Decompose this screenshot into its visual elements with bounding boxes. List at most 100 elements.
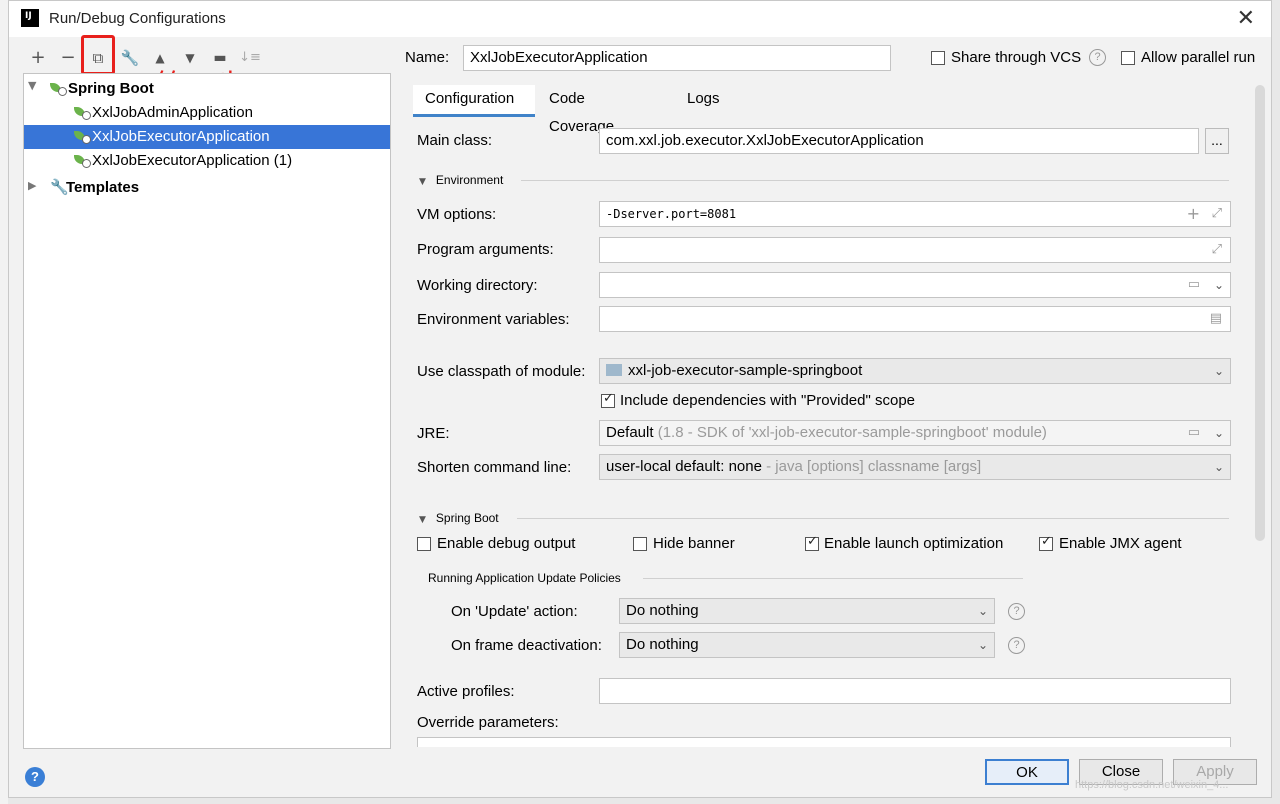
intellij-logo-icon: IJ bbox=[19, 7, 41, 29]
tree-item[interactable]: XxlJobAdminApplication bbox=[74, 101, 253, 125]
parallel-run-checkbox[interactable] bbox=[1121, 51, 1135, 65]
working-dir-label: Working directory: bbox=[417, 277, 538, 294]
jmx-label: Enable JMX agent bbox=[1059, 535, 1182, 552]
tree-item-label: XxlJobAdminApplication bbox=[92, 104, 253, 121]
jre-value: Default bbox=[606, 424, 654, 441]
remove-config-icon[interactable]: − bbox=[57, 45, 79, 71]
ok-button[interactable]: OK bbox=[985, 759, 1069, 785]
hide-banner-label: Hide banner bbox=[653, 535, 735, 552]
on-frame-help-icon[interactable]: ? bbox=[1008, 637, 1025, 654]
section-divider bbox=[517, 518, 1229, 519]
on-update-label: On 'Update' action: bbox=[451, 603, 578, 620]
chevron-down-icon: ⌄ bbox=[1213, 426, 1224, 440]
expand-icon[interactable]: ⤢ bbox=[1212, 202, 1222, 226]
tab-configuration[interactable]: Configuration bbox=[413, 85, 535, 117]
classpath-value: xxl-job-executor-sample-springboot bbox=[628, 362, 863, 379]
jre-detail: (1.8 - SDK of 'xxl-job-executor-sample-s… bbox=[657, 424, 1047, 441]
vm-options-input[interactable]: -Dserver.port=8081 + ⤢ bbox=[599, 201, 1231, 227]
collapse-arrow-icon[interactable]: ▶ bbox=[28, 179, 36, 192]
shorten-cmd-select[interactable]: user-local default: none - java [options… bbox=[599, 454, 1231, 480]
expand-arrow-icon[interactable]: ▼ bbox=[28, 79, 36, 92]
background-window-strip bbox=[0, 0, 8, 804]
chevron-down-icon: ⌄ bbox=[977, 604, 988, 618]
add-icon[interactable]: + bbox=[1187, 202, 1200, 226]
on-update-help-icon[interactable]: ? bbox=[1008, 603, 1025, 620]
config-tree: ▼ Spring Boot XxlJobAdminApplication Xxl… bbox=[23, 73, 391, 749]
tree-item-selected[interactable]: XxlJobExecutorApplication bbox=[24, 125, 390, 149]
chevron-down-icon: ⌄ bbox=[977, 638, 988, 652]
override-params-label: Override parameters: bbox=[417, 714, 559, 731]
shorten-detail: - java [options] classname [args] bbox=[766, 458, 982, 475]
on-frame-label: On frame deactivation: bbox=[451, 637, 602, 654]
close-window-icon[interactable]: ✕ bbox=[1237, 6, 1255, 31]
springboot-section-label: Spring Boot bbox=[435, 511, 499, 525]
tab-logs[interactable]: Logs bbox=[675, 85, 732, 117]
working-dir-input[interactable]: ▭ ⌄ bbox=[599, 272, 1231, 298]
on-frame-select[interactable]: Do nothing ⌄ bbox=[619, 632, 995, 658]
jmx-checkbox[interactable] bbox=[1039, 534, 1053, 551]
vm-options-value: -Dserver.port=8081 bbox=[606, 207, 737, 221]
share-vcs-checkbox[interactable] bbox=[931, 51, 945, 65]
environment-section-label: Environment bbox=[435, 173, 504, 187]
classpath-module-select[interactable]: xxl-job-executor-sample-springboot ⌄ bbox=[599, 358, 1231, 384]
add-config-icon[interactable]: + bbox=[27, 45, 49, 71]
classpath-label: Use classpath of module: bbox=[417, 363, 586, 380]
main-class-label: Main class: bbox=[417, 132, 493, 149]
tree-group-label: Templates bbox=[66, 179, 140, 196]
shorten-cmd-label: Shorten command line: bbox=[417, 459, 572, 476]
debug-output-checkbox[interactable] bbox=[417, 537, 431, 551]
chevron-down-icon: ⌄ bbox=[1213, 460, 1224, 474]
chevron-down-icon: ⌄ bbox=[1213, 364, 1224, 378]
spring-boot-icon bbox=[50, 81, 67, 96]
environment-section[interactable]: ▼ Environment bbox=[419, 173, 503, 187]
include-deps-checkbox[interactable] bbox=[601, 391, 615, 408]
tree-group-templates[interactable]: 🔧Templates bbox=[50, 175, 139, 199]
share-help-icon[interactable]: ? bbox=[1089, 49, 1106, 66]
expand-icon[interactable]: ⤢ bbox=[1212, 238, 1222, 262]
env-vars-label: Environment variables: bbox=[417, 311, 570, 328]
tree-item[interactable]: XxlJobExecutorApplication (1) bbox=[74, 149, 292, 173]
folder-icon[interactable]: ▭ bbox=[1188, 421, 1200, 445]
vertical-scrollbar[interactable] bbox=[1255, 85, 1265, 541]
hide-banner-checkbox[interactable] bbox=[633, 537, 647, 551]
browse-main-class-button[interactable]: ... bbox=[1205, 128, 1229, 154]
collapse-triangle-icon: ▼ bbox=[419, 177, 426, 187]
debug-output-label: Enable debug output bbox=[437, 535, 576, 552]
tab-code-coverage[interactable]: Code Coverage bbox=[537, 85, 626, 135]
env-vars-input[interactable]: ▤ bbox=[599, 306, 1231, 332]
wrench-icon: 🔧 bbox=[50, 178, 69, 196]
program-args-input[interactable]: ⤢ bbox=[599, 237, 1231, 263]
section-divider bbox=[521, 180, 1229, 181]
spring-boot-icon bbox=[74, 153, 91, 168]
active-profiles-label: Active profiles: bbox=[417, 683, 515, 700]
policies-section-label: Running Application Update Policies bbox=[428, 571, 621, 585]
name-label: Name: bbox=[405, 49, 450, 66]
spring-boot-icon bbox=[74, 105, 91, 120]
on-update-select[interactable]: Do nothing ⌄ bbox=[619, 598, 995, 624]
copy-highlight-box bbox=[81, 35, 115, 75]
tree-group-label: Spring Boot bbox=[68, 80, 154, 97]
launch-opt-checkbox[interactable] bbox=[805, 534, 819, 551]
chevron-down-icon[interactable]: ⌄ bbox=[1214, 273, 1224, 297]
jre-select[interactable]: Default (1.8 - SDK of 'xxl-job-executor-… bbox=[599, 420, 1231, 446]
share-vcs-label: Share through VCS bbox=[951, 49, 1082, 66]
window-title: Run/Debug Configurations bbox=[49, 10, 226, 27]
launch-opt-label: Enable launch optimization bbox=[824, 535, 1004, 552]
override-params-table[interactable] bbox=[417, 737, 1231, 747]
document-icon[interactable]: ▤ bbox=[1210, 307, 1222, 331]
help-icon[interactable]: ? bbox=[25, 767, 45, 787]
watermark: https://blog.csdn.net/weixin_4... bbox=[1075, 779, 1229, 791]
on-frame-value: Do nothing bbox=[626, 636, 699, 653]
on-update-value: Do nothing bbox=[626, 602, 699, 619]
main-class-input[interactable]: com.xxl.job.executor.XxlJobExecutorAppli… bbox=[599, 128, 1199, 154]
program-args-label: Program arguments: bbox=[417, 241, 554, 258]
active-profiles-input[interactable] bbox=[599, 678, 1231, 704]
tree-group-spring-boot[interactable]: Spring Boot bbox=[50, 77, 154, 101]
tree-item-label: XxlJobExecutorApplication bbox=[92, 128, 270, 145]
folder-icon[interactable]: ▭ bbox=[1188, 273, 1200, 297]
module-icon bbox=[606, 364, 622, 376]
name-input[interactable]: XxlJobExecutorApplication bbox=[463, 45, 891, 71]
edit-defaults-wrench-icon[interactable]: 🔧 bbox=[119, 45, 141, 71]
tree-item-label: XxlJobExecutorApplication (1) bbox=[92, 152, 293, 169]
springboot-section[interactable]: ▼ Spring Boot bbox=[419, 511, 499, 525]
